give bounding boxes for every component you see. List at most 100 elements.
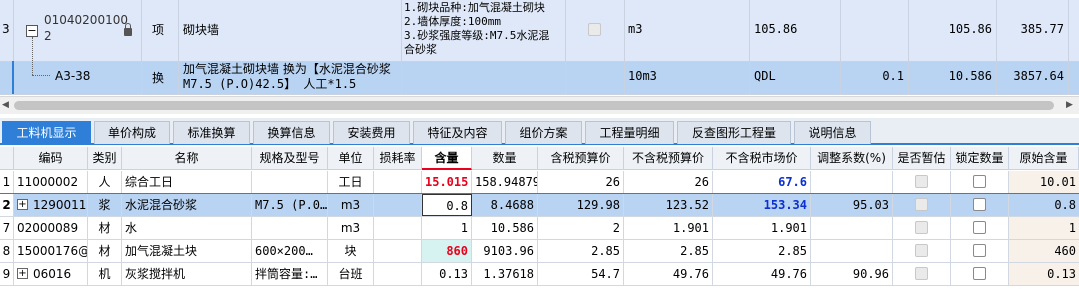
tab-standard-conversion[interactable]: 标准换算 [173,121,250,144]
lock-cell[interactable] [951,240,1009,262]
lock-quantity-checkbox[interactable] [973,244,986,257]
item-checkbox[interactable] [588,23,601,36]
quantity-cell: 9103.96 [472,240,538,262]
content-cell[interactable]: 15.015 [422,171,472,193]
spec-cell: 拌筒容量:… [252,263,328,285]
loss-cell [374,217,422,239]
col-category-header[interactable]: 类别 [88,147,122,170]
collapse-toggle[interactable]: − [26,25,38,37]
estimate-checkbox[interactable] [915,221,928,234]
col-loss-header[interactable]: 损耗率 [374,147,422,170]
category-cell: 浆 [88,194,122,216]
notax-price-cell: 26 [624,171,713,193]
col-tax-price-header[interactable]: 含税预算价 [538,147,624,170]
code-cell: 15000176@2 [14,240,88,262]
lock-cell[interactable] [951,217,1009,239]
col-quantity-header[interactable]: 数量 [472,147,538,170]
tree-connector [32,37,33,75]
estimate-cell[interactable] [893,217,951,239]
tab-pricing-plan[interactable]: 组价方案 [505,121,582,144]
lock-quantity-checkbox[interactable] [973,221,986,234]
estimate-checkbox[interactable] [915,175,928,188]
tab-unit-price[interactable]: 单价构成 [94,121,170,144]
estimate-cell[interactable] [893,240,951,262]
table-row[interactable]: 2 +12900111 浆水泥混合砂浆 M7.5 (P.0… m3 0.8 8.4688 12… [0,193,1079,218]
row-number: 8 [0,240,14,262]
unit-cell: m3 [328,217,374,239]
content-cell[interactable]: 860 [422,240,472,262]
unit-cell: 台班 [328,263,374,285]
col-content-header[interactable]: 含量 [422,147,472,170]
unit-cell: 块 [328,240,374,262]
sub-item-total: 3857.64 [1013,69,1064,83]
expand-icon[interactable]: + [17,268,28,279]
tab-conversion-info[interactable]: 换算信息 [253,121,330,144]
lock-cell[interactable] [951,263,1009,285]
lock-quantity-checkbox[interactable] [973,175,986,188]
estimate-checkbox[interactable] [915,198,928,211]
name-cell: 水泥混合砂浆 [122,194,252,216]
tab-install-fee[interactable]: 安装费用 [333,121,410,144]
item-code: 01040200100 [44,13,128,27]
col-spec-header[interactable]: 规格及型号 [252,147,328,170]
code-cell: 11000002 [14,171,88,193]
spec-cell: M7.5 (P.0… [252,194,328,216]
notax-price-cell: 123.52 [624,194,713,216]
estimate-cell[interactable] [893,194,951,216]
table-row[interactable]: 815000176@2材加气混凝土块600×200…块8609103.962.8… [0,240,1079,263]
lock-cell[interactable] [951,194,1009,216]
sub-item-expression: QDL [754,69,776,83]
content-cell[interactable]: 1 [422,217,472,239]
estimate-checkbox[interactable] [915,244,928,257]
loss-cell [374,240,422,262]
col-adjust-header[interactable]: 调整系数(%) [811,147,893,170]
table-row[interactable]: 1 11000002 人综合工日 工日 15.015 158.94879 26 26 67.6 1… [0,171,1079,194]
tab-quantity-detail[interactable]: 工程量明细 [585,121,674,144]
table-row[interactable]: 7 02000089 材水 m3 1 10.586 2 1.901 1.901 1 [0,217,1079,240]
tab-features[interactable]: 特征及内容 [413,121,502,144]
estimate-cell[interactable] [893,263,951,285]
content-cell[interactable]: 0.8 [422,194,472,216]
original-content-cell: 0.8 [1009,194,1079,216]
col-code-header[interactable]: 编码 [14,147,88,170]
scrollbar-thumb[interactable] [14,101,1054,110]
spec-cell [252,217,328,239]
sub-item-code: A3-38 [55,69,91,83]
category-cell: 材 [88,240,122,262]
scroll-right-icon[interactable]: ▶ [1066,100,1073,110]
row-number: 3 [2,22,10,36]
table-row[interactable]: 9 +06016 机灰浆搅拌机 拌筒容量:… 台班 0.13 1.37618 54.7 49.7… [0,263,1079,286]
category-cell: 人 [88,171,122,193]
scroll-left-icon[interactable]: ◀ [2,100,9,110]
tab-material-display[interactable]: 工料机显示 [2,121,91,144]
code-cell: +06016 [14,263,88,285]
col-lock-header[interactable]: 锁定数量 [951,147,1009,170]
lock-quantity-checkbox[interactable] [973,267,986,280]
item-name: 砌块墙 [183,23,220,37]
col-notax-price-header[interactable]: 不含税预算价 [624,147,713,170]
tax-price-cell: 129.98 [538,194,624,216]
detail-tab-bar: 工料机显示 单价构成 标准换算 换算信息 安装费用 特征及内容 组价方案 工程量… [0,118,1079,145]
tab-reverse-graphic[interactable]: 反查图形工程量 [677,121,791,144]
original-content-cell: 10.01 [1009,171,1079,193]
horizontal-scrollbar[interactable]: ◀ ▶ [0,96,1079,114]
estimate-checkbox[interactable] [915,267,928,280]
market-price-cell: 2.85 [713,240,811,262]
tab-description[interactable]: 说明信息 [794,121,871,144]
row-number: 7 [0,217,14,239]
expand-icon[interactable]: + [17,199,28,210]
lock-cell[interactable] [951,171,1009,193]
lock-quantity-checkbox[interactable] [973,198,986,211]
content-cell[interactable]: 0.13 [422,263,472,285]
col-estimate-header[interactable]: 是否暂估 [893,147,951,170]
col-market-price-header[interactable]: 不含税市场价 [713,147,811,170]
code-cell: 02000089 [14,217,88,239]
col-name-header[interactable]: 名称 [122,147,252,170]
item-unit: m3 [628,22,643,36]
item-type: 项 [152,23,165,37]
col-original-header[interactable]: 原始含量 [1009,147,1079,170]
market-price-cell: 1.901 [713,217,811,239]
item-feature-2: 2.墙体厚度:100mm [404,15,501,28]
col-unit-header[interactable]: 单位 [328,147,374,170]
estimate-cell[interactable] [893,171,951,193]
